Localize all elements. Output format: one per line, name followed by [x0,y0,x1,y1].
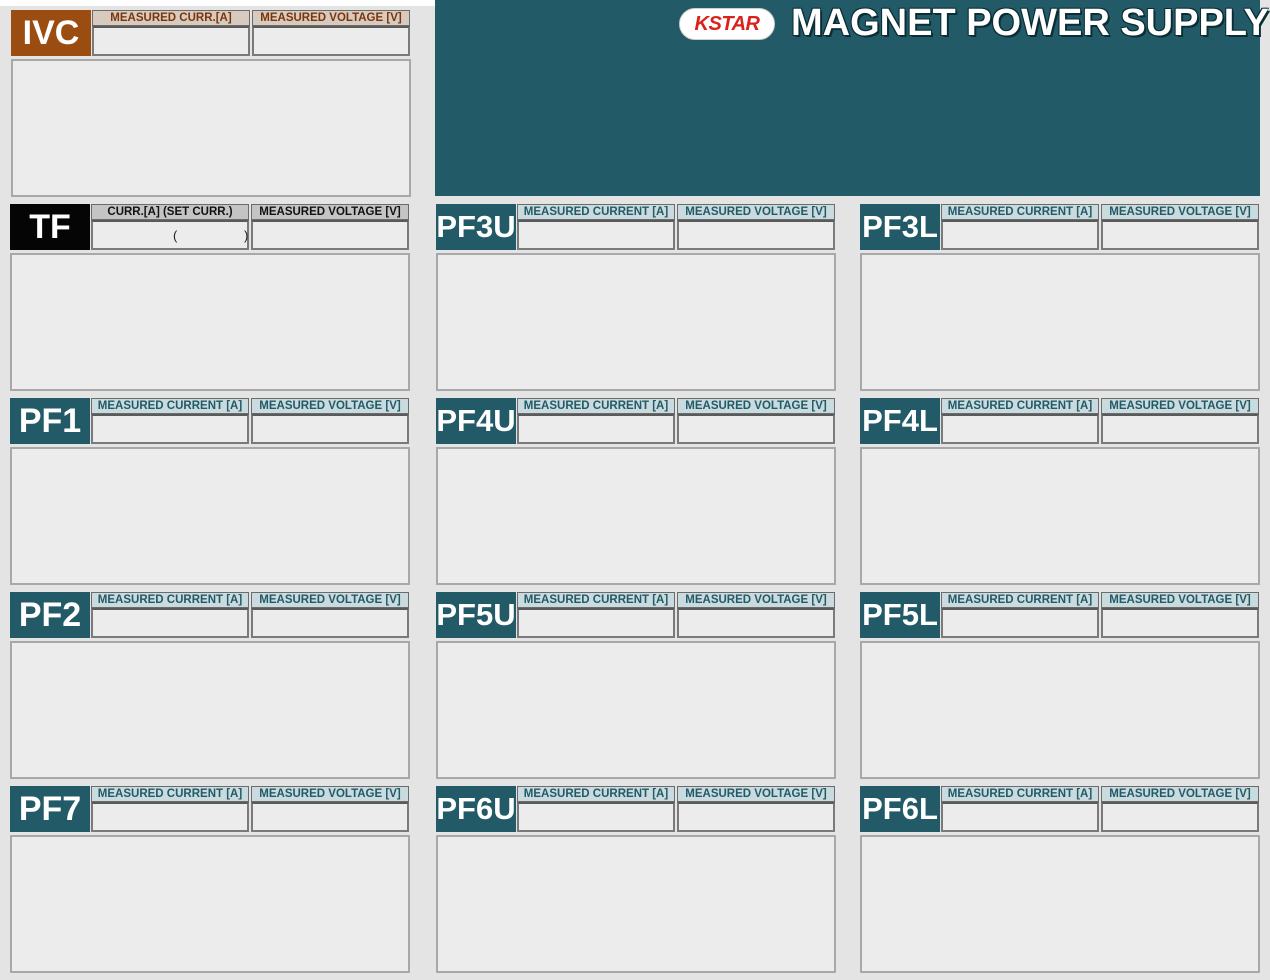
panel-pf3l: PF3L MEASURED CURRENT [A] MEASURED VOLTA… [860,200,1260,391]
current-readout [941,608,1099,638]
current-readout [941,414,1099,444]
col-header-voltage: MEASURED VOLTAGE [V] [251,786,409,802]
trend-plot [860,447,1260,585]
current-readout [91,414,249,444]
current-readout [91,802,249,832]
panel-ivc: IVC MEASURED CURR.[A] MEASURED VOLTAGE [… [11,6,411,197]
panel-tf: TF CURR.[A] (SET CURR.) MEASURED VOLTAGE… [10,200,410,391]
voltage-readout [251,414,409,444]
trend-plot [436,447,836,585]
panel-badge-pf4l: PF4L [860,398,940,444]
trend-plot [436,641,836,779]
panel-badge-pf5u: PF5U [436,592,516,638]
col-header-voltage: MEASURED VOLTAGE [V] [677,204,835,220]
panel-badge-ivc: IVC [11,10,91,56]
voltage-readout [677,608,835,638]
voltage-readout [677,414,835,444]
col-header-current: MEASURED CURR.[A] [92,10,250,26]
voltage-readout [251,220,409,250]
panel-badge-pf3u: PF3U [436,204,516,250]
col-header-voltage: MEASURED VOLTAGE [V] [1101,786,1259,802]
col-header-current: MEASURED CURRENT [A] [941,204,1099,220]
trend-plot [860,253,1260,391]
panel-badge-pf1: PF1 [10,398,90,444]
trend-plot [11,59,411,197]
current-readout [517,802,675,832]
col-header-current: MEASURED CURRENT [A] [517,592,675,608]
panel-pf5u: PF5U MEASURED CURRENT [A] MEASURED VOLTA… [436,588,836,779]
set-current-open-paren: ( [173,228,178,243]
col-header-voltage: MEASURED VOLTAGE [V] [677,398,835,414]
panel-pf1: PF1 MEASURED CURRENT [A] MEASURED VOLTAG… [10,394,410,585]
col-header-current: MEASURED CURRENT [A] [91,592,249,608]
voltage-readout [251,802,409,832]
panel-badge-pf3l: PF3L [860,204,940,250]
kstar-logo-text: KSTAR [694,12,760,35]
voltage-readout [1101,608,1259,638]
voltage-readout [1101,802,1259,832]
col-header-current: MEASURED CURRENT [A] [91,786,249,802]
current-readout [92,26,250,56]
voltage-readout [251,608,409,638]
col-header-current: MEASURED CURRENT [A] [941,398,1099,414]
voltage-readout [252,26,410,56]
voltage-readout [1101,220,1259,250]
col-header-voltage: MEASURED VOLTAGE [V] [1101,204,1259,220]
current-readout [517,220,675,250]
current-readout [941,220,1099,250]
col-header-voltage: MEASURED VOLTAGE [V] [251,204,409,220]
trend-plot [10,835,410,973]
panel-pf3u: PF3U MEASURED CURRENT [A] MEASURED VOLTA… [436,200,836,391]
panel-pf4l: PF4L MEASURED CURRENT [A] MEASURED VOLTA… [860,394,1260,585]
trend-plot [860,835,1260,973]
kstar-logo: KSTAR [679,8,775,40]
col-header-current: CURR.[A] (SET CURR.) [91,204,249,220]
panel-badge-pf6l: PF6L [860,786,940,832]
panel-pf5l: PF5L MEASURED CURRENT [A] MEASURED VOLTA… [860,588,1260,779]
col-header-current: MEASURED CURRENT [A] [517,398,675,414]
current-readout [941,802,1099,832]
panel-pf2: PF2 MEASURED CURRENT [A] MEASURED VOLTAG… [10,588,410,779]
header-banner: KSTAR MAGNET POWER SUPPLY [435,0,1269,196]
set-current-close-paren: ) [244,228,249,243]
page-title: MAGNET POWER SUPPLY [791,2,1269,44]
trend-plot [10,253,410,391]
col-header-voltage: MEASURED VOLTAGE [V] [1101,592,1259,608]
voltage-readout [1101,414,1259,444]
trend-plot [10,447,410,585]
current-readout [91,608,249,638]
col-header-voltage: MEASURED VOLTAGE [V] [677,592,835,608]
panel-pf6l: PF6L MEASURED CURRENT [A] MEASURED VOLTA… [860,782,1260,973]
col-header-current: MEASURED CURRENT [A] [517,204,675,220]
panel-badge-pf5l: PF5L [860,592,940,638]
col-header-voltage: MEASURED VOLTAGE [V] [251,592,409,608]
panel-badge-pf2: PF2 [10,592,90,638]
current-readout: ( ) [91,220,249,250]
current-readout [517,414,675,444]
current-readout [517,608,675,638]
voltage-readout [677,802,835,832]
col-header-voltage: MEASURED VOLTAGE [V] [252,10,410,26]
col-header-voltage: MEASURED VOLTAGE [V] [251,398,409,414]
trend-plot [436,253,836,391]
col-header-current: MEASURED CURRENT [A] [91,398,249,414]
panel-badge-pf6u: PF6U [436,786,516,832]
panel-pf7: PF7 MEASURED CURRENT [A] MEASURED VOLTAG… [10,782,410,973]
panel-badge-tf: TF [10,204,90,250]
panel-pf4u: PF4U MEASURED CURRENT [A] MEASURED VOLTA… [436,394,836,585]
trend-plot [436,835,836,973]
col-header-current: MEASURED CURRENT [A] [517,786,675,802]
col-header-current: MEASURED CURRENT [A] [941,786,1099,802]
col-header-voltage: MEASURED VOLTAGE [V] [677,786,835,802]
trend-plot [860,641,1260,779]
trend-plot [10,641,410,779]
panel-badge-pf7: PF7 [10,786,90,832]
panel-badge-pf4u: PF4U [436,398,516,444]
panel-pf6u: PF6U MEASURED CURRENT [A] MEASURED VOLTA… [436,782,836,973]
col-header-voltage: MEASURED VOLTAGE [V] [1101,398,1259,414]
col-header-current: MEASURED CURRENT [A] [941,592,1099,608]
voltage-readout [677,220,835,250]
